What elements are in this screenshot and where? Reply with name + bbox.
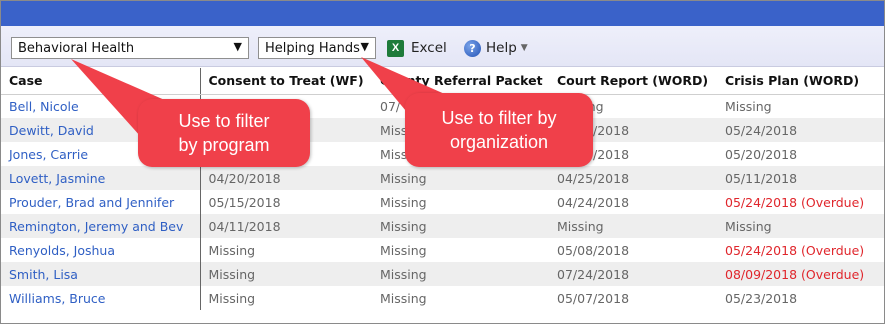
table-row: Renyolds, Joshua Missing Missing 05/08/2…: [1, 238, 884, 262]
toolbar: Behavioral Health ▼ Helping Hands ▼ X Ex…: [1, 26, 884, 67]
callout-text: by program: [178, 135, 270, 155]
table-cell: Missing: [380, 194, 427, 210]
table-cell: Missing: [200, 262, 372, 286]
table-cell: 05/07/2018: [557, 290, 630, 306]
app-window: Behavioral Health ▼ Helping Hands ▼ X Ex…: [0, 0, 885, 324]
column-header-crisis-plan[interactable]: Crisis Plan (WORD): [717, 68, 884, 95]
table-cell-overdue: 05/24/2018 (Overdue): [725, 194, 865, 210]
table-row: Williams, Bruce Missing Missing 05/07/20…: [1, 286, 884, 310]
table-cell: 04/25/2018: [549, 166, 717, 190]
table-cell: Missing: [208, 242, 256, 258]
program-select[interactable]: Behavioral Health ▼: [11, 37, 249, 59]
callout-text: organization: [449, 132, 549, 152]
column-header-court-report[interactable]: Court Report (WORD): [549, 68, 717, 95]
table-cell: Missing: [372, 214, 549, 238]
table-cell: Missing: [380, 290, 427, 306]
case-link[interactable]: Lovett, Jasmine: [1, 166, 201, 190]
table-cell: 05/24/2018: [717, 118, 884, 142]
case-link[interactable]: Prouder, Brad and Jennifer: [1, 190, 201, 214]
table-cell: Missing: [208, 290, 256, 306]
table-cell: Missing: [380, 242, 427, 258]
table-cell: Missing: [372, 166, 549, 190]
program-filter-callout: Use to filter by program: [138, 99, 310, 167]
table-cell: Missing: [549, 214, 717, 238]
organization-select[interactable]: Helping Hands ▼: [258, 37, 376, 59]
table-cell: 05/20/2018: [725, 146, 798, 162]
table-cell: 04/24/2018: [557, 194, 630, 210]
column-header-consent[interactable]: Consent to Treat (WF): [200, 68, 372, 95]
chevron-down-icon: ▼: [520, 43, 528, 53]
callout-text: Use to filter: [178, 111, 270, 131]
dropdown-arrow-icon: ▼: [360, 40, 369, 53]
excel-export-button[interactable]: X Excel: [387, 39, 447, 57]
table-row: Remington, Jeremy and Bev 04/11/2018 Mis…: [1, 214, 884, 238]
program-select-value: Behavioral Health: [18, 41, 135, 56]
table-cell: Missing: [717, 214, 884, 238]
excel-icon: X: [387, 39, 404, 57]
organization-filter-callout: Use to filter by organization: [405, 93, 593, 167]
table-cell: 05/15/2018: [208, 194, 281, 210]
table-cell: Missing: [372, 262, 549, 286]
table-cell: 07/24/2018: [549, 262, 717, 286]
top-bar: [1, 1, 884, 26]
column-header-case[interactable]: Case: [1, 68, 201, 95]
table-cell: 05/23/2018: [725, 290, 798, 306]
organization-select-value: Helping Hands: [265, 41, 360, 56]
case-link[interactable]: Williams, Bruce: [1, 286, 201, 310]
excel-label: Excel: [411, 40, 447, 56]
help-menu-button[interactable]: ? Help ▼: [464, 39, 528, 57]
dropdown-arrow-icon: ▼: [233, 40, 242, 53]
table-cell: 05/08/2018: [557, 242, 630, 258]
table-cell: 04/11/2018: [200, 214, 372, 238]
table-cell: 04/20/2018: [200, 166, 372, 190]
help-label: Help: [486, 40, 517, 56]
table-cell-overdue: 08/09/2018 (Overdue): [717, 262, 884, 286]
table-header-row: Case Consent to Treat (WF) County Referr…: [1, 68, 884, 95]
case-link[interactable]: Renyolds, Joshua: [1, 238, 201, 262]
table-row: Lovett, Jasmine 04/20/2018 Missing 04/25…: [1, 166, 884, 190]
table-cell: Missing: [725, 98, 772, 114]
table-cell: 05/11/2018: [717, 166, 884, 190]
help-icon: ?: [464, 39, 481, 57]
case-link[interactable]: Remington, Jeremy and Bev: [1, 214, 201, 238]
case-link[interactable]: Smith, Lisa: [1, 262, 201, 286]
column-header-referral[interactable]: County Referral Packet: [372, 68, 549, 95]
callout-text: Use to filter by: [441, 108, 557, 128]
table-cell-overdue: 05/24/2018 (Overdue): [725, 242, 865, 258]
table-row: Smith, Lisa Missing Missing 07/24/2018 0…: [1, 262, 884, 286]
table-row: Prouder, Brad and Jennifer 05/15/2018 Mi…: [1, 190, 884, 214]
